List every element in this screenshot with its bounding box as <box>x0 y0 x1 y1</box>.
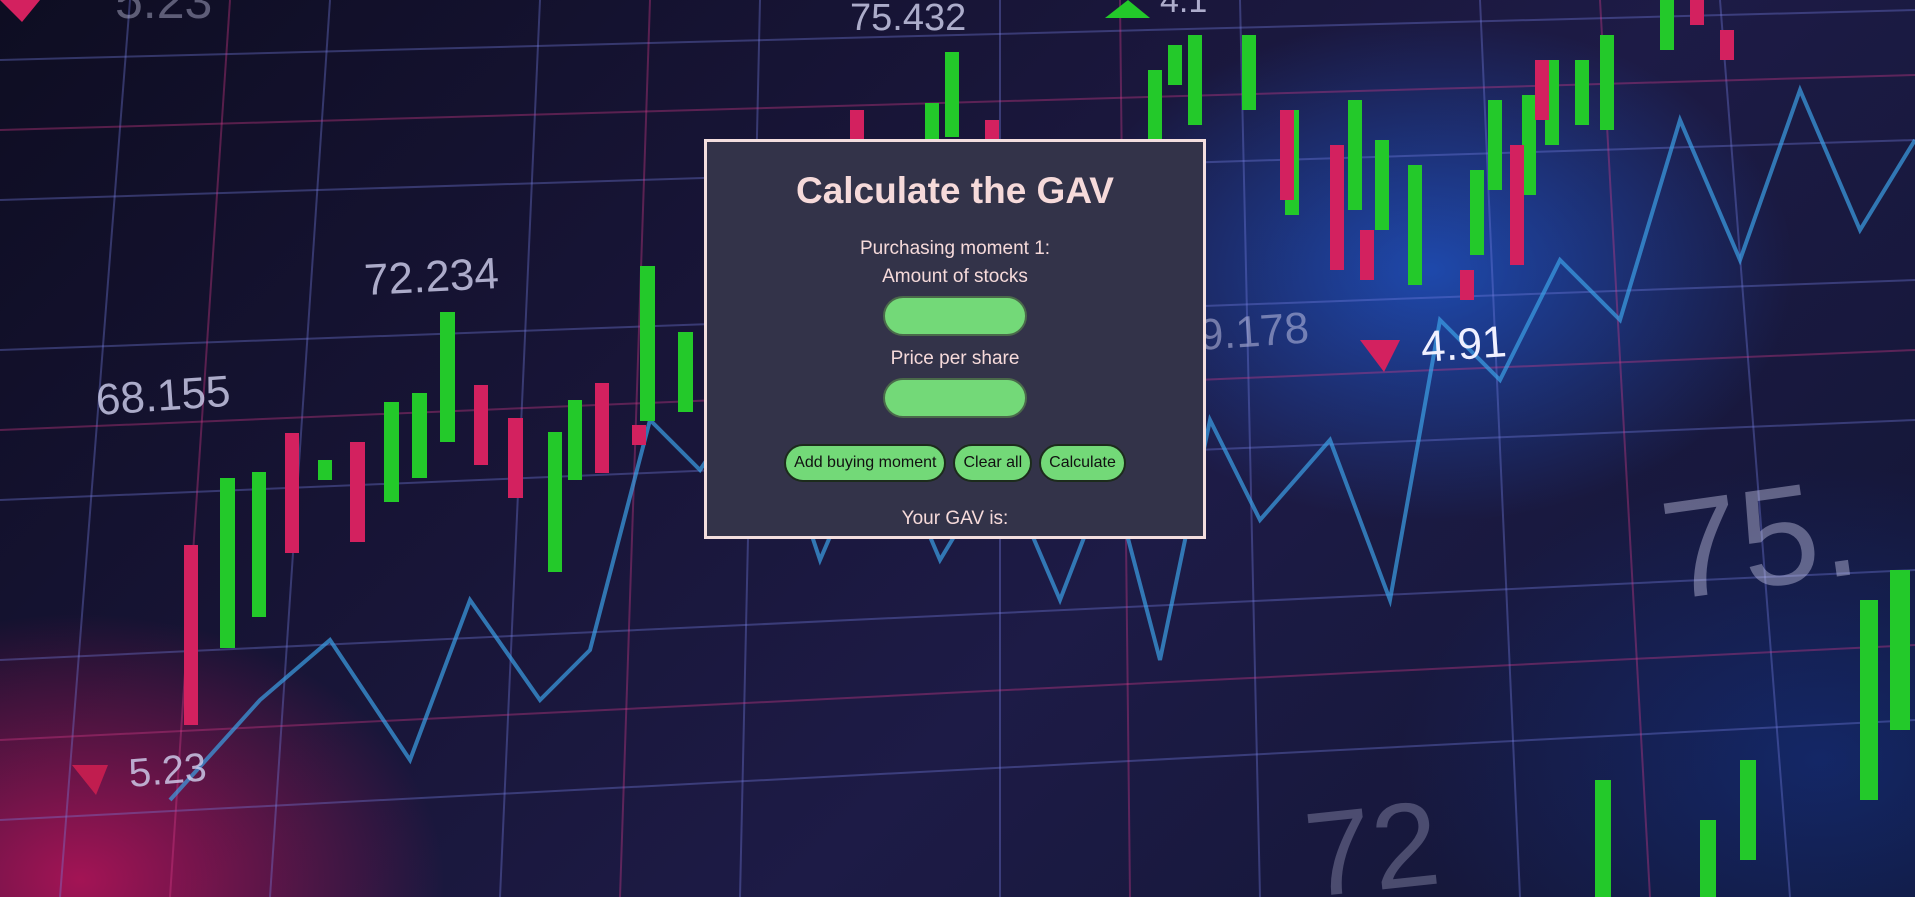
price-label: Price per share <box>890 348 1020 369</box>
bg-number: 5.23 <box>127 745 208 796</box>
bg-number: 72.234 <box>363 249 500 305</box>
bg-number: 72 <box>1299 776 1446 897</box>
bg-number: 4.1 <box>1160 0 1207 20</box>
calculate-button[interactable]: Calculate <box>1039 444 1126 482</box>
gav-result-label: Your GAV is: <box>901 508 1009 529</box>
bg-number: 4.91 <box>1419 317 1508 372</box>
amount-of-stocks-input[interactable] <box>883 296 1027 336</box>
bg-number: 9.178 <box>1197 303 1310 360</box>
add-buying-moment-button[interactable]: Add buying moment <box>784 444 947 482</box>
bg-number: 75.432 <box>850 0 966 39</box>
bg-number: 75. <box>1652 447 1867 630</box>
gav-calculator-panel: Calculate the GAV Purchasing moment 1: A… <box>704 139 1206 539</box>
button-row: Add buying moment Clear all Calculate <box>707 444 1203 482</box>
clear-all-button[interactable]: Clear all <box>953 444 1033 482</box>
price-per-share-input[interactable] <box>883 378 1027 418</box>
page-title: Calculate the GAV <box>795 170 1114 211</box>
bg-number: 5.23 <box>115 0 212 29</box>
bg-number: 68.155 <box>94 367 232 425</box>
amount-label: Amount of stocks <box>882 266 1028 287</box>
purchasing-moment-label: Purchasing moment 1: <box>859 238 1051 259</box>
